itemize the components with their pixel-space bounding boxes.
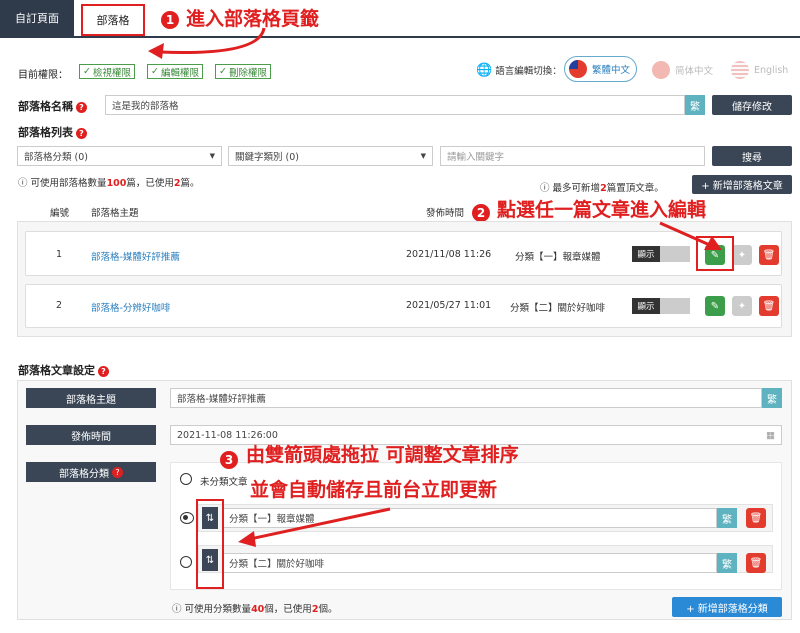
subject-label: 部落格主題 xyxy=(26,388,156,408)
edit-button[interactable]: ✎ xyxy=(705,296,725,316)
step-3-line-2: 並會自動儲存且前台立即更新 xyxy=(250,479,498,501)
subject-input[interactable]: 部落格-媒體好評推薦 xyxy=(170,388,762,408)
convert-button[interactable]: 繁 xyxy=(685,95,705,115)
blog-list-label: 部落格列表? xyxy=(18,124,87,140)
caret-down-icon: ▼ xyxy=(209,152,215,160)
settings-title: 部落格文章設定? xyxy=(18,362,109,378)
info-icon: ⓘ xyxy=(18,178,28,189)
category-radio[interactable] xyxy=(180,512,194,524)
pencil-icon: ✎ xyxy=(710,300,720,312)
check-icon: ✓ xyxy=(219,66,227,77)
step-2-badge: 2 xyxy=(472,204,490,222)
lang-simplified-chinese[interactable]: 简体中文 xyxy=(652,59,713,81)
delete-permission-badge: ✓ 刪除權限 xyxy=(215,64,271,79)
help-icon: ? xyxy=(76,101,87,113)
category-quota-note: ⓘ 可使用分類數量40個，已使用2個。 xyxy=(172,604,338,615)
tab-label: 部落格 xyxy=(96,14,130,27)
lang-english[interactable]: English xyxy=(731,59,788,81)
step-3-badge: 3 xyxy=(220,451,238,469)
row-num: 1 xyxy=(56,249,63,260)
caret-down-icon: ▼ xyxy=(420,152,426,160)
convert-button[interactable]: 繁 xyxy=(762,388,782,408)
edit-permission-badge: ✓ 編輯權限 xyxy=(147,64,203,79)
help-icon: ? xyxy=(98,365,109,377)
step-2-arrow xyxy=(659,221,722,250)
globe-icon: 🌐 xyxy=(476,62,493,78)
uncategorized-label: 未分類文章 xyxy=(200,477,248,488)
delete-button[interactable]: 🗑 xyxy=(759,245,779,265)
blog-quota-note: ⓘ 可使用部落格數量100篇，已使用2篇。 xyxy=(18,178,200,189)
blog-name-label: 部落格名稱? xyxy=(18,98,87,114)
keyword-category-select[interactable]: 關鍵字類別 (0) ▼ xyxy=(228,146,433,166)
category-label: 部落格分類? xyxy=(26,462,156,482)
trash-icon: 🗑 xyxy=(749,557,763,569)
language-label-wrap: 🌐 語言編輯切換： xyxy=(476,62,562,78)
keyword-input[interactable]: 請輸入關鍵字 xyxy=(440,146,705,166)
delete-button[interactable]: 🗑 xyxy=(759,296,779,316)
row-category: 分類【二】關於好咖啡 xyxy=(510,303,606,314)
row-category: 分類【一】報章媒體 xyxy=(515,252,601,263)
date-input[interactable]: 2021-11-08 11:26:00 ▦ xyxy=(170,425,782,445)
visibility-toggle[interactable]: 顯示 xyxy=(632,298,690,314)
permission-label: 目前權限： xyxy=(18,70,68,81)
info-icon: ⓘ xyxy=(172,604,182,615)
trash-icon: 🗑 xyxy=(762,249,776,261)
convert-button[interactable]: 繁 xyxy=(717,553,737,573)
row-title-link[interactable]: 部落格-媒體好評推薦 xyxy=(91,249,180,263)
pin-quota-note: ⓘ 最多可新增2篇置頂文章。 xyxy=(540,183,664,194)
category-name-input[interactable]: 分類【二】關於好咖啡 xyxy=(222,553,717,573)
add-category-button[interactable]: + 新增部落格分類 xyxy=(672,597,782,617)
us-flag-icon xyxy=(731,61,749,79)
add-blog-post-button[interactable]: + 新增部落格文章 xyxy=(692,175,792,194)
tab-custom-page[interactable]: 自訂頁面 xyxy=(0,0,74,36)
help-icon: ? xyxy=(112,466,123,478)
step-3-arrow xyxy=(238,507,391,547)
tab-underline xyxy=(0,36,800,38)
search-button[interactable]: 搜尋 xyxy=(712,146,792,166)
save-button[interactable]: 儲存修改 xyxy=(712,95,792,115)
row-date: 2021/05/27 11:01 xyxy=(406,300,492,311)
blog-name-input[interactable]: 這是我的部落格 xyxy=(105,95,685,115)
header-date: 發佈時間 xyxy=(426,208,465,219)
row-title-link[interactable]: 部落格-分辨好咖啡 xyxy=(91,300,170,314)
tab-blog[interactable]: 部落格 xyxy=(81,4,145,36)
tab-label: 自訂頁面 xyxy=(15,12,59,25)
step-1-arrow xyxy=(148,27,266,59)
row-date: 2021/11/08 11:26 xyxy=(406,249,492,260)
info-icon: ⓘ xyxy=(540,183,550,194)
category-radio[interactable] xyxy=(180,556,192,568)
view-permission-badge: ✓ 檢視權限 xyxy=(79,64,135,79)
date-label: 發佈時間 xyxy=(26,425,156,445)
delete-category-button[interactable]: 🗑 xyxy=(746,553,766,573)
pin-button[interactable]: ✦ xyxy=(732,296,752,316)
check-icon: ✓ xyxy=(83,66,91,77)
header-title: 部落格主題 xyxy=(91,208,139,219)
check-icon: ✓ xyxy=(151,66,159,77)
uncategorized-radio[interactable] xyxy=(180,473,192,485)
header-num: 編號 xyxy=(50,208,70,219)
pin-icon: ✦ xyxy=(737,300,747,312)
calendar-icon: ▦ xyxy=(766,429,775,441)
trash-icon: 🗑 xyxy=(749,512,763,524)
convert-button[interactable]: 繁 xyxy=(717,508,737,528)
delete-category-button[interactable]: 🗑 xyxy=(746,508,766,528)
taiwan-flag-icon xyxy=(569,60,587,78)
step-3-line-1: 由雙箭頭處拖拉 可調整文章排序 xyxy=(246,444,519,466)
lang-traditional-chinese[interactable]: 繁體中文 xyxy=(564,56,638,82)
help-icon: ? xyxy=(76,127,87,139)
china-flag-icon xyxy=(652,61,670,79)
row-num: 2 xyxy=(56,300,63,311)
category-filter-select[interactable]: 部落格分類 (0) ▼ xyxy=(17,146,222,166)
trash-icon: 🗑 xyxy=(762,300,776,312)
